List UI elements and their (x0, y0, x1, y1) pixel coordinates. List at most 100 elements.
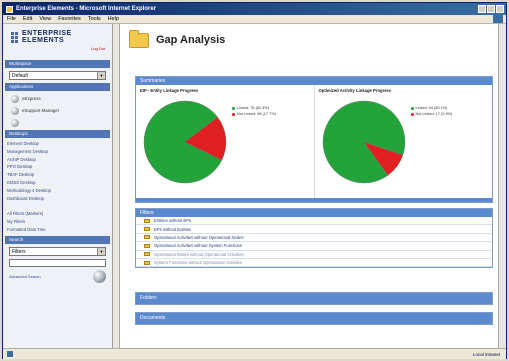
chevron-down-icon: ▼ (97, 72, 105, 79)
logo-line2: ELEMENTS (22, 37, 65, 44)
chart-legend: Linked: 94 (80.1%) Not Linked: 17 (9.9%) (410, 105, 453, 117)
filter-folder-icon (144, 243, 150, 248)
search-type-value: Filters (12, 248, 26, 255)
filter-folder-icon (144, 260, 150, 265)
legend-swatch-not-linked (232, 112, 235, 116)
link-archip-desktop[interactable]: ArchiP Desktop (7, 156, 108, 164)
filter-label: Entities without EPs (154, 218, 192, 224)
folders-panel: Folders (135, 292, 493, 305)
documents-header[interactable]: Documents (136, 313, 492, 324)
link-methodology-desktop[interactable]: Methodology 4 Desktop (7, 187, 108, 195)
ie-icon (6, 5, 13, 13)
pie-chart (143, 100, 227, 184)
logo-line1: ENTERPRISE (22, 30, 72, 37)
workspace-header: Workspace (5, 60, 110, 68)
close-button[interactable] (496, 5, 504, 13)
filter-item[interactable]: EPs without Entities (136, 225, 492, 234)
chart-title: Optimized Activity Linkage Progress (318, 88, 392, 93)
applications-header: Applications (5, 83, 110, 91)
app-label: eSupport Manager (22, 108, 60, 113)
windows-logo-icon (493, 15, 503, 23)
chart-legend: Linked: 76 (82.3%) Not Linked: 98 (17.7%… (232, 105, 276, 117)
filter-folder-icon (144, 235, 150, 240)
link-all-filters[interactable]: All Filters (Markers) (7, 210, 108, 218)
filter-item[interactable]: Operational Nodes without Operational Ac… (136, 251, 492, 259)
app-third[interactable] (11, 118, 104, 127)
link-element-desktop[interactable]: Element Desktop (7, 140, 108, 148)
menu-bar: File Edit View Favorites Tools Help (3, 15, 506, 24)
filter-item[interactable]: System Functions without Operational Act… (136, 259, 492, 268)
sidebar: ENTERPRISE ELEMENTS Log Out Workspace De… (3, 24, 113, 348)
summaries-header[interactable]: Summaries (136, 77, 492, 85)
legend-swatch-linked (410, 106, 414, 110)
filter-label: System Functions without Operational Act… (154, 260, 242, 266)
browser-window: Enterprise Elements - Microsoft Internet… (2, 2, 507, 359)
menu-view[interactable]: View (39, 16, 51, 22)
desktops-header: Desktops (5, 130, 110, 138)
legend-swatch-not-linked (410, 112, 414, 116)
pie-chart (322, 100, 405, 184)
legend-label: Linked: 76 (82.3%) (237, 106, 269, 110)
workspace-value: Default (12, 73, 28, 79)
folders-header[interactable]: Folders (136, 293, 492, 304)
menu-help[interactable]: Help (108, 16, 119, 22)
filter-label: Operational Activities without Operation… (154, 234, 244, 240)
chart-entity-linkage: EIP - Entity Linkage Progress Linked: 76… (136, 85, 315, 198)
chart-title: EIP - Entity Linkage Progress (140, 88, 199, 93)
app-eexpress[interactable]: eExpress (11, 94, 104, 103)
security-zone: Local intranet (472, 351, 500, 357)
search-type-select[interactable]: Filters ▼ (9, 246, 106, 256)
link-ppo-desktop[interactable]: PPO Desktop (7, 163, 108, 171)
page-scrollbar[interactable] (498, 24, 506, 348)
search-go-button[interactable] (93, 269, 106, 283)
status-bar: Local intranet (3, 348, 506, 359)
page-status-icon (7, 351, 13, 357)
filters-header[interactable]: Filters (136, 209, 492, 217)
app-ball-icon (11, 118, 19, 127)
title-bar: Enterprise Elements - Microsoft Internet… (3, 3, 506, 15)
link-management-desktop[interactable]: Management Desktop (7, 148, 108, 156)
advanced-search-link[interactable]: Advanced Search (9, 274, 41, 279)
chart-activity-linkage: Optimized Activity Linkage Progress Link… (315, 85, 493, 198)
search-input[interactable] (9, 258, 106, 267)
minimize-button[interactable] (478, 5, 486, 13)
sidebar-scrollbar[interactable] (113, 24, 120, 348)
page-content: ENTERPRISE ELEMENTS Log Out Workspace De… (3, 24, 506, 348)
link-tbaf-desktop[interactable]: TBAF Desktop (7, 171, 108, 179)
documents-panel: Documents (135, 312, 493, 325)
app-label: eExpress (22, 96, 41, 101)
folder-icon (129, 29, 149, 48)
maximize-button[interactable] (487, 5, 495, 13)
workspace-select[interactable]: Default ▼ (9, 71, 106, 80)
logo: ENTERPRISE ELEMENTS Log Out (3, 24, 112, 60)
app-esupport-manager[interactable]: eSupport Manager (11, 106, 104, 115)
filter-folder-icon (144, 218, 150, 223)
window-title: Enterprise Elements - Microsoft Internet… (16, 6, 157, 12)
app-ball-icon (11, 106, 19, 115)
menu-favorites[interactable]: Favorites (58, 16, 81, 22)
filter-item[interactable]: Entities without EPs (136, 217, 492, 226)
legend-swatch-linked (232, 106, 235, 110)
legend-label: Not Linked: 17 (9.9%) (415, 112, 453, 116)
link-formatted-data-tree[interactable]: Formatted Data Tree (7, 226, 108, 234)
logout-link[interactable]: Log Out (91, 46, 105, 51)
filters-panel: Filters Entities without EPs EPs without… (135, 208, 493, 269)
desktop-links: Element Desktop Management Desktop Archi… (3, 138, 112, 236)
chevron-down-icon: ▼ (97, 247, 105, 255)
menu-tools[interactable]: Tools (88, 16, 101, 22)
filter-item[interactable]: Operational Activities without System Fu… (136, 242, 492, 251)
filter-folder-icon (144, 252, 150, 257)
app-ball-icon (11, 94, 19, 103)
link-my-filters[interactable]: My Filters (7, 218, 108, 226)
menu-edit[interactable]: Edit (23, 16, 32, 22)
legend-label: Linked: 94 (80.1%) (415, 106, 448, 110)
filter-label: Operational Nodes without Operational Ac… (154, 251, 244, 257)
page-title: Gap Analysis (156, 34, 226, 46)
filter-item[interactable]: Operational Activities without Operation… (136, 234, 492, 243)
menu-file[interactable]: File (7, 16, 16, 22)
summaries-panel: Summaries EIP - Entity Linkage Progress … (135, 76, 493, 203)
link-dmss-desktop[interactable]: DMSS Desktop (7, 179, 108, 187)
link-dashboard-desktop[interactable]: Dashboard Desktop (7, 195, 108, 203)
legend-label: Not Linked: 98 (17.7%) (237, 112, 276, 116)
filter-folder-icon (144, 227, 150, 232)
